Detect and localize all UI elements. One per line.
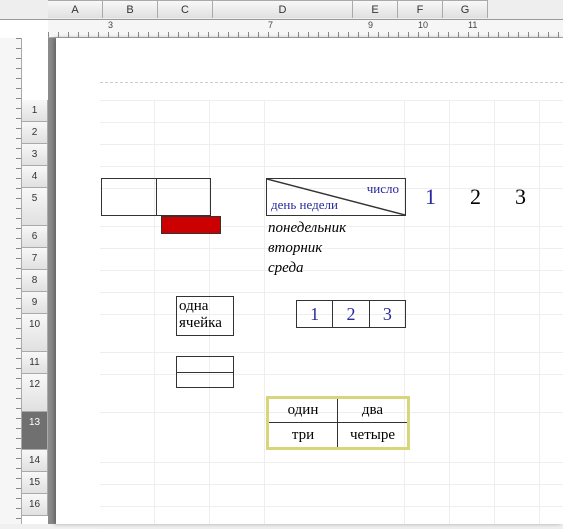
- app-viewport: A B C D E F G 3 7 9 10 11 1 2 3 4 5 6 7 …: [0, 0, 563, 524]
- table-2col-empty[interactable]: [101, 178, 211, 216]
- row-head-4[interactable]: 4: [22, 166, 48, 188]
- header-numbers: 1 2 3: [408, 178, 543, 216]
- row-head-12[interactable]: 12: [22, 374, 48, 412]
- ruler-mark: 3: [108, 20, 113, 30]
- table-1x3[interactable]: 1 2 3: [296, 300, 406, 328]
- table-cell[interactable]: [102, 179, 157, 215]
- row-head-8[interactable]: 8: [22, 270, 48, 292]
- weekday-item[interactable]: вторник: [268, 238, 346, 258]
- col-head-b[interactable]: B: [103, 0, 158, 18]
- table-cell[interactable]: четыре: [338, 423, 407, 447]
- table-cell[interactable]: [157, 179, 211, 215]
- margin-guide: [100, 82, 563, 83]
- ruler-mark: 9: [368, 20, 373, 30]
- row-head-2[interactable]: 2: [22, 122, 48, 144]
- row-head-13[interactable]: 13: [22, 412, 48, 450]
- row-head-11[interactable]: 11: [22, 352, 48, 374]
- table-cell[interactable]: два: [338, 399, 407, 423]
- table-cell[interactable]: три: [269, 423, 338, 447]
- diag-label-top: число: [367, 181, 399, 197]
- page-background: число день недели 1 2 3 понедельник втор…: [48, 38, 563, 524]
- table-2x2-selected[interactable]: один два три четыре: [268, 398, 408, 448]
- single-cell-table[interactable]: одна ячейка: [176, 296, 234, 336]
- row-head-6[interactable]: 6: [22, 226, 48, 248]
- col-head-d[interactable]: D: [213, 0, 353, 18]
- table-cell[interactable]: 2: [333, 301, 369, 327]
- col-head-f[interactable]: F: [398, 0, 443, 18]
- ruler-mark: 7: [268, 20, 273, 30]
- column-headers: A B C D E F G: [48, 0, 563, 20]
- weekday-item[interactable]: среда: [268, 258, 346, 278]
- col-head-g[interactable]: G: [443, 0, 488, 18]
- table-diagonal-header[interactable]: число день недели: [266, 178, 406, 216]
- col-head-c[interactable]: C: [158, 0, 213, 18]
- row-head-7[interactable]: 7: [22, 248, 48, 270]
- cell-num[interactable]: 3: [498, 178, 543, 216]
- row-head-15[interactable]: 15: [22, 472, 48, 494]
- page[interactable]: число день недели 1 2 3 понедельник втор…: [56, 38, 563, 524]
- col-head-a[interactable]: A: [48, 0, 103, 18]
- red-cell[interactable]: [161, 216, 221, 234]
- ruler-mark: 10: [418, 20, 428, 30]
- row-headers: 1 2 3 4 5 6 7 8 9 10 11 12 13 14 15 16: [22, 100, 48, 516]
- table-cell[interactable]: 3: [370, 301, 405, 327]
- weekday-item[interactable]: понедельник: [268, 218, 346, 238]
- col-head-e[interactable]: E: [353, 0, 398, 18]
- row-head-3[interactable]: 3: [22, 144, 48, 166]
- row-head-10[interactable]: 10: [22, 314, 48, 352]
- table-cell[interactable]: один: [269, 399, 338, 423]
- vertical-ruler: [0, 38, 22, 524]
- cell-num[interactable]: 2: [453, 178, 498, 216]
- ruler-mark: 11: [468, 20, 477, 30]
- row-head-9[interactable]: 9: [22, 292, 48, 314]
- row-head-14[interactable]: 14: [22, 450, 48, 472]
- row-head-1[interactable]: 1: [22, 100, 48, 122]
- row-head-5[interactable]: 5: [22, 188, 48, 226]
- diag-label-bottom: день недели: [271, 197, 338, 213]
- table-2row-empty[interactable]: [176, 356, 234, 388]
- table-cell[interactable]: 1: [297, 301, 333, 327]
- horizontal-ruler: 3 7 9 10 11: [48, 20, 563, 38]
- row-head-16[interactable]: 16: [22, 494, 48, 516]
- cell-num[interactable]: 1: [408, 178, 453, 216]
- weekday-list: понедельник вторник среда: [268, 218, 346, 278]
